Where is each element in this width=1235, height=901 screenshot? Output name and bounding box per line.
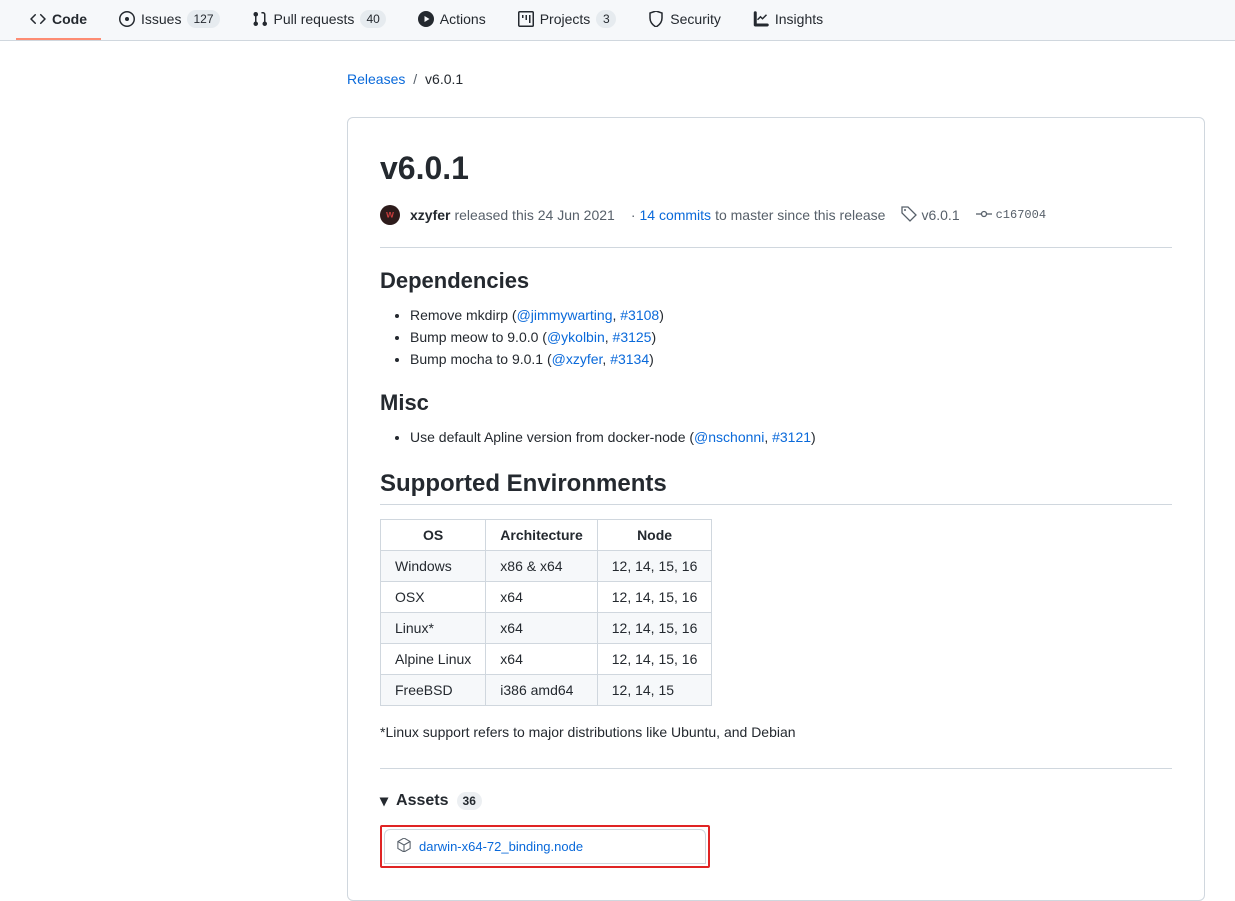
list-item: Remove mkdirp (@jimmywarting, #3108) — [410, 304, 1172, 326]
tab-label: Projects — [540, 11, 591, 27]
table-row: OSXx6412, 14, 15, 16 — [381, 582, 712, 613]
issues-count: 127 — [187, 10, 219, 28]
release-title: v6.0.1 — [380, 150, 1172, 187]
commit-sha: c167004 — [996, 208, 1046, 222]
tab-pulls[interactable]: Pull requests 40 — [238, 0, 400, 40]
shield-icon — [648, 11, 664, 27]
mention-link[interactable]: @ykolbin — [547, 329, 605, 345]
assets-label: Assets — [396, 792, 448, 810]
projects-count: 3 — [596, 10, 616, 28]
mention-link[interactable]: @jimmywarting — [517, 307, 613, 323]
tag-icon — [901, 206, 917, 225]
graph-icon — [753, 11, 769, 27]
tab-security[interactable]: Security — [634, 0, 735, 40]
package-icon — [397, 838, 411, 855]
issue-link[interactable]: #3134 — [610, 351, 649, 367]
list-item: Use default Apline version from docker-n… — [410, 426, 1172, 448]
assets-toggle[interactable]: ▾ Assets 36 — [380, 791, 1172, 811]
table-row: Windowsx86 & x6412, 14, 15, 16 — [381, 551, 712, 582]
commit-icon — [976, 206, 992, 225]
breadcrumb: Releases / v6.0.1 — [347, 71, 1205, 87]
tab-label: Actions — [440, 11, 486, 27]
table-row: FreeBSDi386 amd6412, 14, 15 — [381, 675, 712, 706]
environments-table: OS Architecture Node Windowsx86 & x6412,… — [380, 519, 712, 706]
asset-row[interactable]: darwin-x64-72_binding.node — [384, 829, 706, 864]
pulls-count: 40 — [360, 10, 385, 28]
author-link[interactable]: xzyfer — [410, 207, 450, 223]
tag-block[interactable]: v6.0.1 — [901, 206, 959, 225]
th-os: OS — [381, 520, 486, 551]
tab-label: Insights — [775, 11, 823, 27]
list-item: Bump meow to 9.0.0 (@ykolbin, #3125) — [410, 326, 1172, 348]
highlighted-asset: darwin-x64-72_binding.node — [380, 825, 710, 868]
misc-list: Use default Apline version from docker-n… — [410, 426, 1172, 448]
supported-heading: Supported Environments — [380, 470, 1172, 505]
breadcrumb-current: v6.0.1 — [425, 71, 463, 87]
commits-suffix: to master since this release — [715, 207, 885, 223]
issue-icon — [119, 11, 135, 27]
play-icon — [418, 11, 434, 27]
linux-footnote: *Linux support refers to major distribut… — [380, 724, 1172, 740]
release-meta: xzyfer released this 24 Jun 2021 · 14 co… — [380, 205, 1172, 248]
tab-label: Pull requests — [274, 11, 355, 27]
table-header-row: OS Architecture Node — [381, 520, 712, 551]
mention-link[interactable]: @nschonni — [694, 429, 764, 445]
tag-label: v6.0.1 — [921, 207, 959, 223]
tab-actions[interactable]: Actions — [404, 0, 500, 40]
avatar[interactable] — [380, 205, 400, 225]
commits-block: · 14 commits to master since this releas… — [631, 207, 886, 223]
table-row: Linux*x6412, 14, 15, 16 — [381, 613, 712, 644]
misc-heading: Misc — [380, 390, 1172, 416]
issue-link[interactable]: #3125 — [613, 329, 652, 345]
author-block: xzyfer released this 24 Jun 2021 — [380, 205, 615, 225]
repo-tabs: Code Issues 127 Pull requests 40 Actions… — [0, 0, 1235, 41]
commits-prefix: · — [631, 207, 636, 223]
release-container: v6.0.1 xzyfer released this 24 Jun 2021 … — [347, 117, 1205, 901]
released-text: released this 24 Jun 2021 — [454, 207, 614, 223]
project-icon — [518, 11, 534, 27]
assets-count: 36 — [457, 792, 482, 810]
tab-label: Code — [52, 11, 87, 27]
breadcrumb-sep: / — [409, 71, 421, 87]
tab-projects[interactable]: Projects 3 — [504, 0, 631, 40]
assets-section: ▾ Assets 36 darwin-x64-72_binding.node — [380, 768, 1172, 868]
issue-link[interactable]: #3108 — [620, 307, 659, 323]
commit-block[interactable]: c167004 — [976, 206, 1046, 225]
th-node: Node — [597, 520, 712, 551]
caret-down-icon: ▾ — [380, 791, 388, 811]
tab-insights[interactable]: Insights — [739, 0, 837, 40]
code-icon — [30, 11, 46, 27]
breadcrumb-releases-link[interactable]: Releases — [347, 71, 405, 87]
pull-request-icon — [252, 11, 268, 27]
tab-issues[interactable]: Issues 127 — [105, 0, 234, 40]
asset-link[interactable]: darwin-x64-72_binding.node — [419, 839, 583, 854]
commits-link[interactable]: 14 commits — [639, 207, 711, 223]
list-item: Bump mocha to 9.0.1 (@xzyfer, #3134) — [410, 348, 1172, 370]
tab-code[interactable]: Code — [16, 0, 101, 40]
th-arch: Architecture — [486, 520, 597, 551]
table-row: Alpine Linuxx6412, 14, 15, 16 — [381, 644, 712, 675]
dependencies-heading: Dependencies — [380, 268, 1172, 294]
issue-link[interactable]: #3121 — [772, 429, 811, 445]
tab-label: Security — [670, 11, 721, 27]
mention-link[interactable]: @xzyfer — [552, 351, 603, 367]
tab-label: Issues — [141, 11, 181, 27]
dependencies-list: Remove mkdirp (@jimmywarting, #3108) Bum… — [410, 304, 1172, 370]
